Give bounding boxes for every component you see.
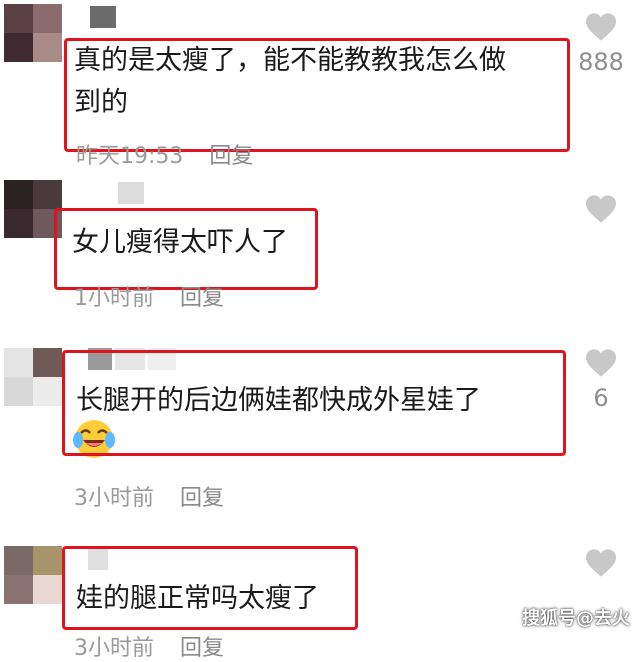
comment-meta: 1小时前 回复 [74,280,224,312]
highlight-box [62,350,566,456]
reply-button[interactable]: 回复 [209,144,253,169]
comment-meta: 昨天19:53 回复 [76,138,253,170]
highlight-box [64,38,570,152]
heart-icon [586,13,616,41]
comment-time: 1小时前 [74,286,154,311]
reply-button[interactable]: 回复 [180,636,224,661]
like-button[interactable]: 888 [575,12,627,76]
username-blurred[interactable] [118,182,147,208]
like-button[interactable] [575,548,627,584]
like-count: 6 [593,384,609,412]
comment-time: 3小时前 [74,486,154,511]
like-count: 888 [578,48,624,76]
comment-time: 昨天19:53 [76,144,184,169]
like-button[interactable]: 6 [575,348,627,412]
highlight-box [54,208,318,290]
avatar[interactable] [4,4,62,62]
highlight-box [62,546,358,630]
like-button[interactable] [575,194,627,230]
avatar[interactable] [4,348,62,406]
heart-icon [586,549,616,577]
username-blurred[interactable] [90,6,119,32]
heart-icon [586,195,616,223]
watermark: 搜狐号@去火 [522,608,630,629]
comment-meta: 3小时前 回复 [74,480,224,512]
reply-button[interactable]: 回复 [180,486,224,511]
reply-button[interactable]: 回复 [180,286,224,311]
heart-icon [586,349,616,377]
avatar[interactable] [4,546,62,604]
comment-time: 3小时前 [74,636,154,661]
comment-meta: 3小时前 回复 [74,630,224,662]
